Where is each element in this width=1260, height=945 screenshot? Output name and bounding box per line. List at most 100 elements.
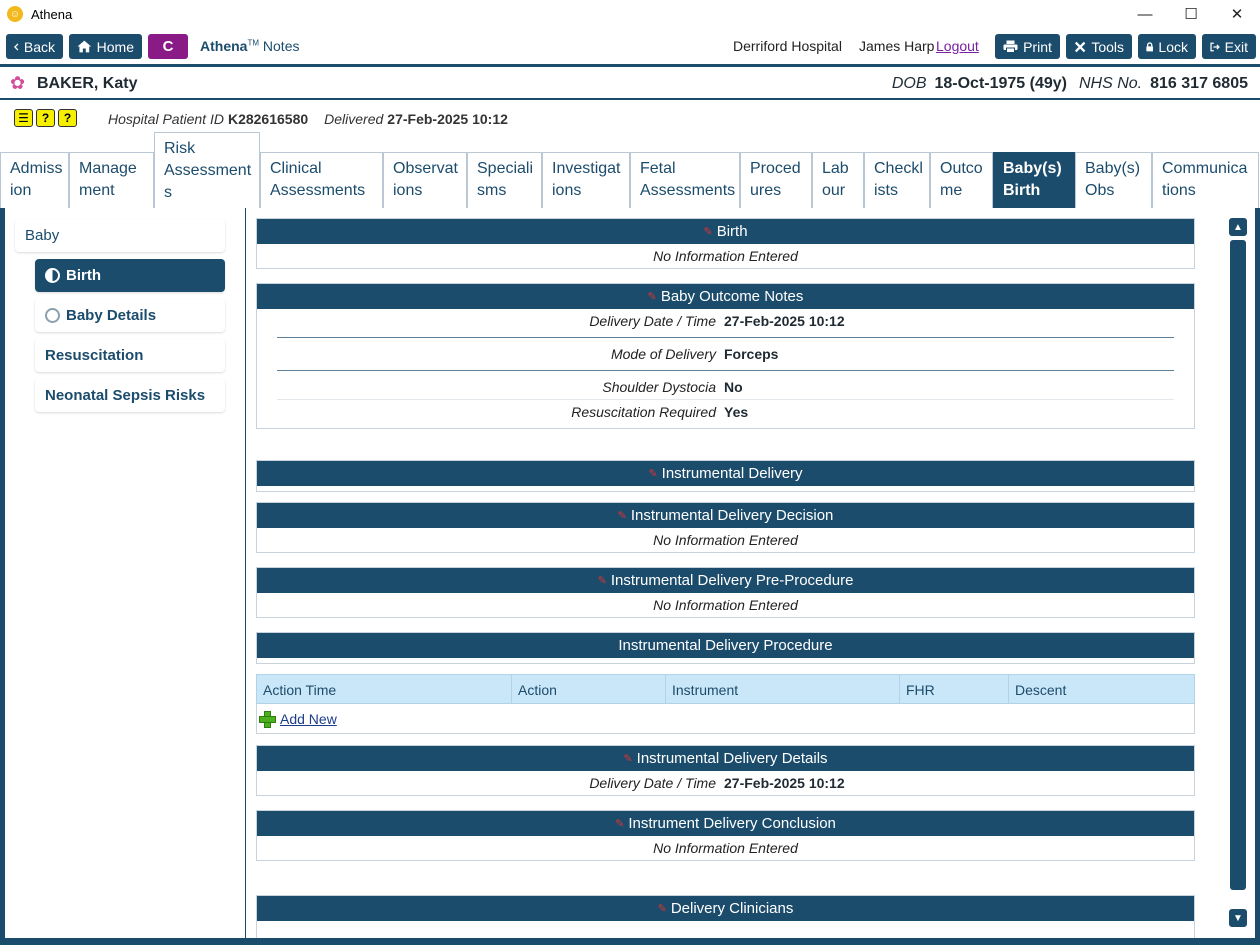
lock-button[interactable]: Lock — [1138, 34, 1196, 59]
print-button[interactable]: Print — [995, 34, 1060, 59]
section-instrumental-delivery-pre-procedure: ✎ Instrumental Delivery Pre-Procedure No … — [256, 567, 1195, 618]
section-title: Instrumental Delivery Decision — [630, 507, 834, 524]
tab-management[interactable]: Manage ment — [69, 152, 154, 208]
edit-pencil-icon[interactable]: ✎ — [598, 574, 607, 587]
section-header[interactable]: ✎ Baby Outcome Notes — [257, 284, 1194, 309]
add-plus-icon[interactable] — [259, 711, 276, 728]
main-area: Baby Birth Baby Details Resuscitation Ne… — [0, 208, 1260, 945]
section-header[interactable]: ✎ Instrumental Delivery — [257, 461, 1194, 486]
product-brand: Athena — [200, 38, 248, 54]
field-shoulder-dystocia: Shoulder Dystocia No — [257, 375, 1194, 399]
add-new-link[interactable]: Add New — [280, 711, 337, 727]
exit-button[interactable]: Exit — [1202, 34, 1256, 59]
hospital-id-label: Hospital Patient ID — [108, 111, 224, 127]
edit-pencil-icon[interactable]: ✎ — [703, 225, 712, 238]
tools-button[interactable]: Tools — [1066, 34, 1132, 59]
field-value: Yes — [724, 404, 749, 420]
sidebar-item-resuscitation[interactable]: Resuscitation — [35, 339, 225, 372]
no-info-text: No Information Entered — [653, 248, 798, 264]
edit-pencil-icon[interactable]: ✎ — [658, 902, 667, 915]
section-instrumental-delivery-decision: ✎ Instrumental Delivery Decision No Infor… — [256, 502, 1195, 553]
column-header[interactable]: Descent — [1009, 675, 1194, 703]
scroll-thumb[interactable] — [1230, 240, 1246, 890]
list-alert-icon[interactable]: ☰ — [14, 109, 33, 127]
tab-procedures[interactable]: Proced ures — [740, 152, 812, 208]
tab-labour[interactable]: Lab our — [812, 152, 864, 208]
exit-label: Exit — [1224, 38, 1248, 55]
edit-pencil-icon[interactable]: ✎ — [648, 467, 657, 480]
tab-observations[interactable]: Observat ions — [383, 152, 467, 208]
lock-label: Lock — [1158, 38, 1188, 55]
tab-babys-birth[interactable]: Baby(s) Birth — [993, 152, 1075, 208]
print-label: Print — [1023, 38, 1052, 55]
patient-identifiers: DOB 18-Oct-1975 (49y) NHS No. 816 317 68… — [892, 75, 1252, 93]
sidebar-item-baby-details[interactable]: Baby Details — [35, 299, 225, 332]
add-new-row: Add New — [256, 704, 1195, 734]
field-value: 27-Feb-2025 10:12 — [724, 313, 845, 329]
edit-pencil-icon[interactable]: ✎ — [615, 817, 624, 830]
section-title: Birth — [716, 223, 748, 240]
vertical-scrollbar[interactable]: ▲ ▼ — [1229, 218, 1247, 930]
question-alert-icon[interactable]: ? — [36, 109, 55, 127]
sidebar-item-label: Resuscitation — [45, 347, 144, 364]
section-title: Instrumental Delivery — [661, 465, 803, 482]
section-header[interactable]: ✎ Instrumental Delivery Decision — [257, 503, 1194, 528]
tab-communications[interactable]: Communica tions — [1152, 152, 1259, 208]
field-label: Shoulder Dystocia — [602, 379, 716, 395]
printer-icon — [1003, 40, 1018, 53]
tab-risk-assessments[interactable]: Risk Assessment s — [154, 132, 260, 208]
home-label: Home — [96, 38, 134, 55]
patient-subinfo: ☰ ? ? Hospital Patient ID K282616580 Deliv… — [0, 102, 1260, 132]
sidebar-item-neonatal-sepsis-risks[interactable]: Neonatal Sepsis Risks — [35, 379, 225, 412]
edit-pencil-icon[interactable]: ✎ — [623, 752, 632, 765]
section-instrumental-delivery-procedure: Instrumental Delivery Procedure — [256, 632, 1195, 664]
hospital-name: Derriford Hospital — [733, 38, 842, 54]
edit-pencil-icon[interactable]: ✎ — [618, 509, 627, 522]
divider — [277, 337, 1174, 338]
sections-panel: ✎ Birth No Information Entered ✎ Baby Outc… — [256, 218, 1196, 938]
minimize-button[interactable]: — — [1122, 0, 1168, 28]
tab-outcome[interactable]: Outco me — [930, 152, 993, 208]
field-mode-of-delivery: Mode of Delivery Forceps — [257, 342, 1194, 366]
back-button[interactable]: Back — [6, 34, 63, 59]
field-label: Delivery Date / Time — [589, 775, 716, 791]
section-header[interactable]: ✎ Birth — [257, 219, 1194, 244]
logout-link[interactable]: Logout — [936, 38, 979, 54]
home-button[interactable]: Home — [69, 34, 142, 59]
tab-checklists[interactable]: Checkl ists — [864, 152, 930, 208]
sidebar-item-baby[interactable]: Baby — [15, 219, 225, 252]
field-value: 27-Feb-2025 10:12 — [724, 775, 845, 791]
tab-clinical-assessments[interactable]: Clinical Assessments — [260, 152, 383, 208]
field-value: Forceps — [724, 346, 779, 362]
column-header[interactable]: FHR — [900, 675, 1009, 703]
section-header[interactable]: ✎ Instrumental Delivery Pre-Procedure — [257, 568, 1194, 593]
tab-babys-obs[interactable]: Baby(s) Obs — [1075, 152, 1152, 208]
tab-investigations[interactable]: Investigat ions — [542, 152, 630, 208]
maximize-button[interactable]: ☐ — [1168, 0, 1214, 28]
flower-icon: ✿ — [10, 73, 26, 93]
window-controls: — ☐ ✕ — [1122, 0, 1260, 28]
column-header[interactable]: Instrument — [666, 675, 900, 703]
home-icon — [77, 40, 92, 53]
scroll-up-icon[interactable]: ▲ — [1229, 218, 1247, 236]
tab-fetal-assessments[interactable]: Fetal Assessments — [630, 152, 740, 208]
close-button[interactable]: ✕ — [1214, 0, 1260, 28]
section-header[interactable]: ✎ Instrumental Delivery Details — [257, 746, 1194, 771]
section-title: Instrumental Delivery Procedure — [618, 637, 833, 654]
sidebar-item-birth[interactable]: Birth — [35, 259, 225, 292]
content-panel: Baby Birth Baby Details Resuscitation Ne… — [5, 208, 1255, 938]
c-button[interactable]: C — [148, 34, 188, 59]
question-alert-icon[interactable]: ? — [58, 109, 77, 127]
edit-pencil-icon[interactable]: ✎ — [648, 290, 657, 303]
section-title: Instrumental Delivery Details — [636, 750, 828, 767]
scroll-down-icon[interactable]: ▼ — [1229, 909, 1247, 927]
section-header[interactable]: ✎ Instrument Delivery Conclusion — [257, 811, 1194, 836]
tab-admission[interactable]: Admiss ion — [0, 152, 69, 208]
tab-specialisms[interactable]: Speciali sms — [467, 152, 542, 208]
dob-label: DOB — [891, 75, 927, 92]
section-header[interactable]: ✎ Delivery Clinicians — [257, 896, 1194, 921]
column-header[interactable]: Action — [512, 675, 666, 703]
field-resuscitation-required: Resuscitation Required Yes — [257, 400, 1194, 424]
patient-name: BAKER, Katy — [37, 75, 138, 92]
column-header[interactable]: Action Time — [257, 675, 512, 703]
